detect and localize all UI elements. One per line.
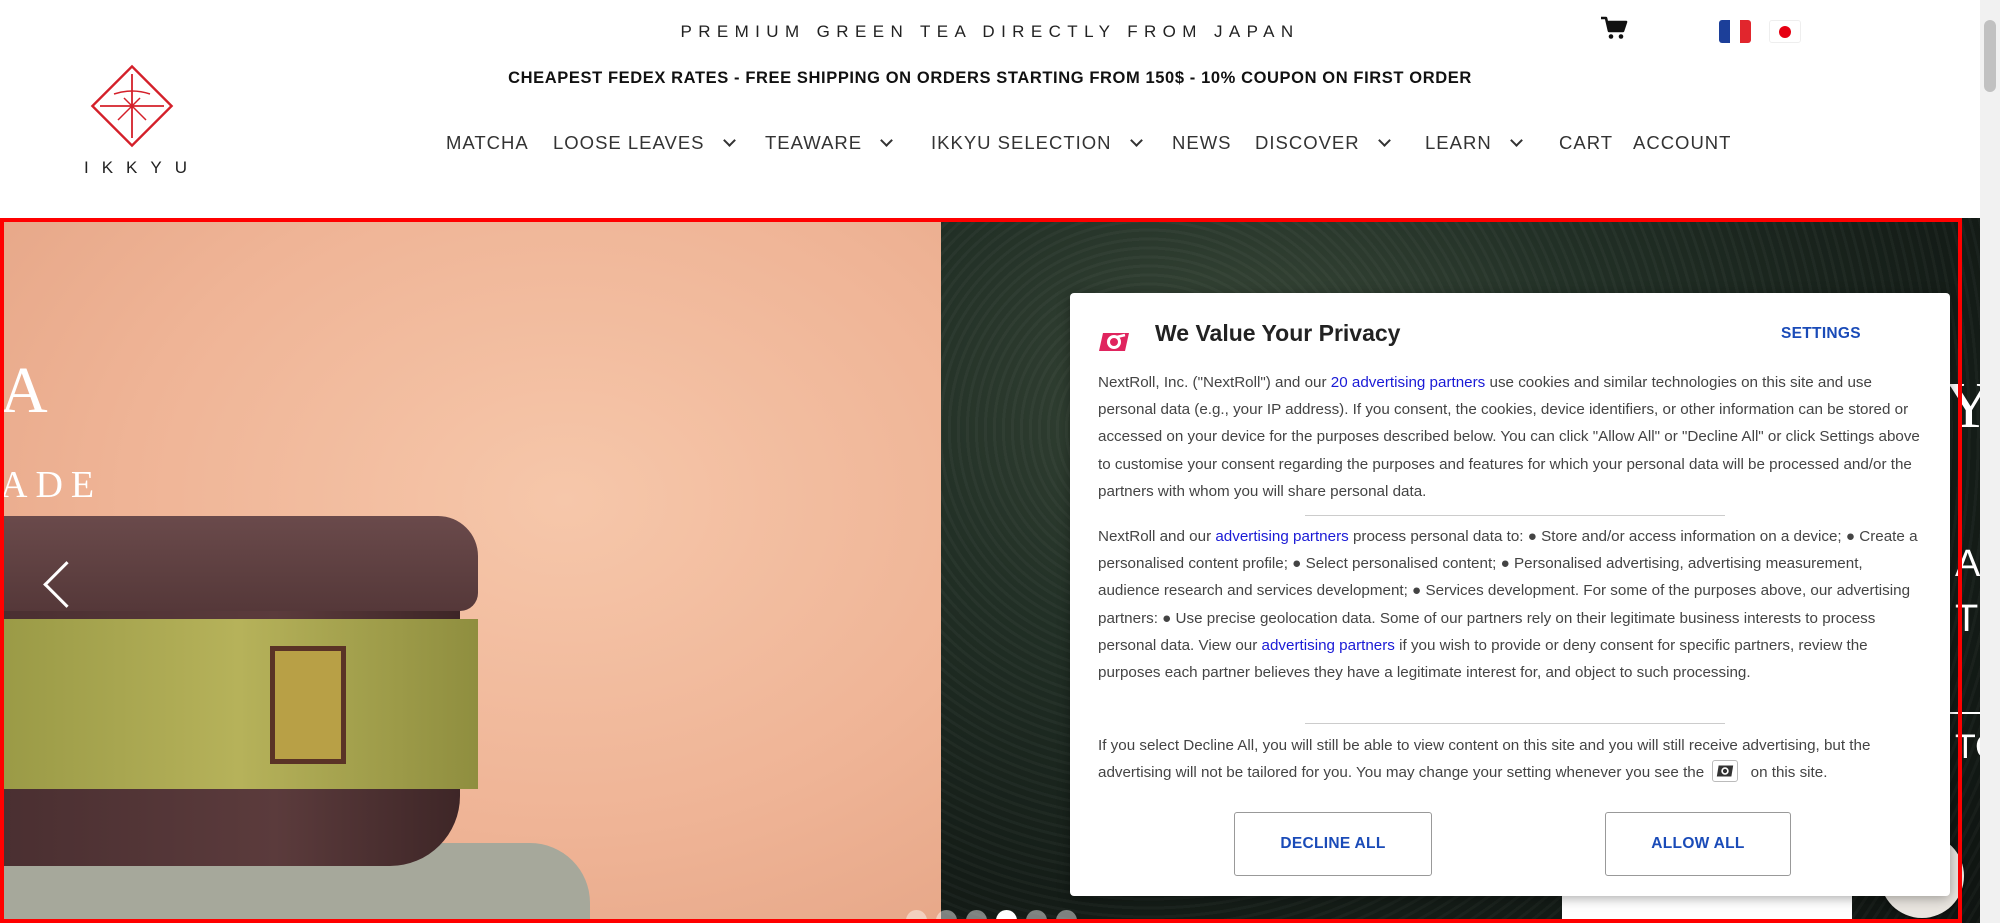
nav-label: ACCOUNT: [1633, 132, 1732, 153]
chevron-down-icon: [1509, 133, 1523, 147]
advertising-partners-count-link[interactable]: 20 advertising partners: [1331, 374, 1486, 391]
nav-teaware[interactable]: TEAWARE: [765, 132, 893, 154]
page-scrollbar[interactable]: [1980, 0, 2000, 923]
nav-learn[interactable]: LEARN: [1425, 132, 1523, 154]
nav-loose-leaves[interactable]: LOOSE LEAVES: [553, 132, 736, 154]
divider: [1305, 515, 1725, 516]
advertising-partners-link[interactable]: advertising partners: [1262, 637, 1395, 654]
ikkyu-logo[interactable]: IKKYU: [72, 58, 192, 178]
nav-account[interactable]: ACCOUNT: [1633, 132, 1731, 154]
privacy-consent-dialog: We Value Your Privacy SETTINGS NextRoll,…: [1070, 293, 1950, 896]
nav-label: LEARN: [1425, 132, 1492, 153]
privacy-text: NextRoll, Inc. ("NextRoll") and our: [1098, 374, 1331, 391]
nav-ikkyu-selection[interactable]: IKKYU SELECTION: [931, 132, 1143, 154]
privacy-title: We Value Your Privacy: [1155, 320, 1401, 346]
privacy-text: use cookies and similar technologies on …: [1098, 374, 1920, 500]
advertising-partners-link[interactable]: advertising partners: [1215, 528, 1348, 545]
nav-label: NEWS: [1172, 132, 1232, 153]
divider: [1305, 723, 1725, 724]
privacy-paragraph-2: NextRoll and our advertising partners pr…: [1098, 523, 1928, 686]
nav-label: IKKYU SELECTION: [931, 132, 1112, 153]
privacy-text: NextRoll and our: [1098, 528, 1216, 545]
chevron-down-icon: [1377, 133, 1391, 147]
privacy-paragraph-1: NextRoll, Inc. ("NextRoll") and our 20 a…: [1098, 369, 1928, 505]
nextroll-logo-icon: [1099, 333, 1129, 351]
nextroll-settings-icon[interactable]: [1712, 760, 1739, 783]
shipping-banner: CHEAPEST FEDEX RATES - FREE SHIPPING ON …: [508, 69, 1472, 87]
nav-label: LOOSE LEAVES: [553, 132, 705, 153]
nav-news[interactable]: NEWS: [1172, 132, 1232, 154]
site-header: PREMIUM GREEN TEA DIRECTLY FROM JAPAN CH…: [0, 0, 1980, 218]
nav-discover[interactable]: DISCOVER: [1255, 132, 1391, 154]
privacy-text: process personal data to: ● Store and/or…: [1098, 528, 1918, 654]
nav-label: MATCHA: [446, 132, 529, 153]
chevron-down-icon: [722, 133, 736, 147]
nav-label: DISCOVER: [1255, 132, 1360, 153]
nav-matcha[interactable]: MATCHA: [446, 132, 529, 154]
privacy-settings-link[interactable]: SETTINGS: [1781, 325, 1861, 343]
nav-label: CART: [1559, 132, 1614, 153]
scrollbar-thumb[interactable]: [1984, 20, 1996, 92]
nav-label: TEAWARE: [765, 132, 863, 153]
chevron-down-icon: [880, 133, 893, 147]
japanese-flag-icon[interactable]: [1769, 20, 1801, 43]
nav-cart[interactable]: CART: [1559, 132, 1613, 154]
privacy-text: on this site.: [1746, 764, 1828, 782]
shopping-cart-icon[interactable]: [1600, 16, 1628, 40]
french-flag-icon[interactable]: [1719, 20, 1751, 43]
main-nav: MATCHA LOOSE LEAVES TEAWARE IKKYU SELECT…: [0, 132, 1980, 156]
logo-text: IKKYU: [84, 158, 201, 177]
privacy-paragraph-3: If you select Decline All, you will stil…: [1098, 732, 1928, 786]
chevron-down-icon: [1129, 133, 1143, 147]
tagline: PREMIUM GREEN TEA DIRECTLY FROM JAPAN: [680, 22, 1300, 41]
allow-all-button[interactable]: ALLOW ALL: [1605, 812, 1791, 876]
decline-all-button[interactable]: DECLINE ALL: [1234, 812, 1432, 876]
